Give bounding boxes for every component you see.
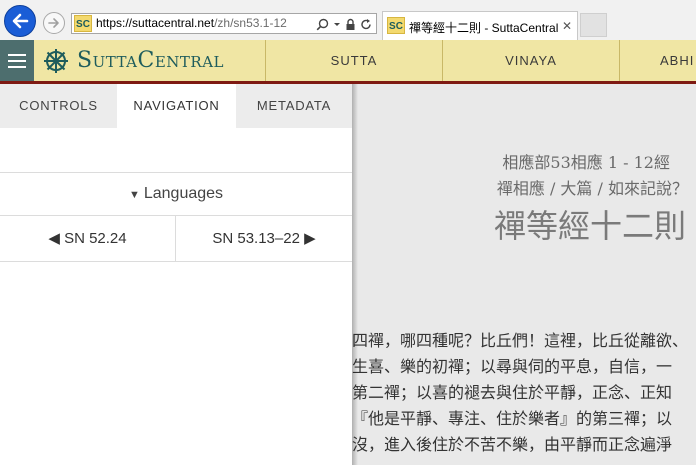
sutta-subdivision: 禪相應 / 大篇 / 如來記說？ [496, 179, 688, 198]
sutta-title: 禪等經十二則 [493, 207, 686, 245]
nav-sutta[interactable]: SUTTA [265, 40, 442, 81]
sutta-line: 生喜、樂的初禪；以尋與伺的平息，自信，一 [352, 357, 673, 376]
sutta-line: 『他是平靜、專注、住於樂者』的第三禪；以 [352, 409, 673, 428]
tab-navigation[interactable]: NAVIGATION [117, 84, 236, 128]
sutta-line: 第二禪；以喜的褪去與住於平靜，正念、正知 [352, 383, 673, 402]
next-sutta-button[interactable]: SN 53.13–22 ▶ [176, 216, 352, 261]
address-bar[interactable]: SC https://suttacentral.net/zh/sn53.1-12 [71, 13, 377, 34]
url-path: /zh/sn53.1-12 [214, 16, 287, 30]
hamburger-icon [8, 60, 26, 62]
sutta-line: 四禪，哪四種呢？比丘們！這裡，比丘從離欲、 [352, 331, 689, 350]
lock-icon[interactable] [345, 18, 356, 31]
tab-close-icon[interactable]: ✕ [562, 19, 572, 33]
site-favicon: SC [74, 15, 92, 32]
forward-button[interactable] [43, 12, 65, 34]
side-panel: CONTROLS NAVIGATION METADATA ▼ Languages … [0, 84, 352, 465]
refresh-icon[interactable] [360, 18, 372, 31]
tab-favicon: SC [387, 17, 405, 34]
nav-abhidhamma[interactable]: ABHI [619, 40, 696, 81]
hamburger-icon [8, 54, 26, 56]
previous-sutta-label: SN 52.24 [64, 230, 127, 247]
tab-title: 禪等經十二則 - SuttaCentral [409, 21, 559, 35]
menu-button[interactable] [0, 40, 34, 81]
nav-vinaya[interactable]: VINAYA [442, 40, 619, 81]
languages-label: Languages [143, 185, 224, 202]
search-icon[interactable] [316, 18, 329, 31]
triangle-right-icon: ▶ [304, 230, 316, 247]
new-tab-button[interactable] [580, 13, 607, 37]
panel-tabs: CONTROLS NAVIGATION METADATA [0, 84, 352, 128]
sutta-pager: ◀ SN 52.24 SN 53.13–22 ▶ [0, 216, 352, 262]
browser-tab-active[interactable]: SC 禪等經十二則 - SuttaCentral ✕ [382, 11, 578, 40]
site-header: SuttaCentral SUTTA VINAYA ABHI [0, 40, 696, 84]
dharma-wheel-icon [44, 48, 68, 73]
sutta-content: 相應部53相應 1 - 12經 禪相應 / 大篇 / 如來記說？ 禪等經十二則 … [352, 84, 696, 465]
hamburger-icon [8, 66, 26, 68]
next-sutta-label: SN 53.13–22 [212, 230, 300, 247]
triangle-left-icon: ◀ [48, 230, 60, 247]
dropdown-icon[interactable] [333, 18, 341, 31]
sutta-body: 四禪，哪四種呢？比丘們！這裡，比丘從離欲、 生喜、樂的初禪；以尋與伺的平息，自信… [352, 328, 696, 458]
url-host: https://suttacentral.net [96, 16, 215, 30]
site-logo[interactable]: SuttaCentral [38, 40, 264, 81]
tab-controls[interactable]: CONTROLS [0, 84, 117, 128]
logo-text: SuttaCentral [77, 48, 225, 73]
browser-chrome: SC https://suttacentral.net/zh/sn53.1-12… [0, 0, 696, 40]
sutta-division: 相應部53相應 1 - 12經 [502, 153, 670, 172]
tab-metadata[interactable]: METADATA [236, 84, 352, 128]
arrow-right-icon [48, 18, 59, 28]
arrow-left-icon [12, 13, 29, 29]
panel-shadow [352, 84, 358, 465]
languages-toggle[interactable]: ▼ Languages [0, 172, 352, 216]
back-button[interactable] [4, 5, 36, 37]
address-icons [316, 17, 372, 31]
sutta-line: 沒，進入後住於不苦不樂，由平靜而正念遍淨 [352, 435, 673, 454]
previous-sutta-button[interactable]: ◀ SN 52.24 [0, 216, 176, 261]
caret-down-icon: ▼ [128, 189, 140, 201]
url-text: https://suttacentral.net/zh/sn53.1-12 [96, 16, 287, 30]
